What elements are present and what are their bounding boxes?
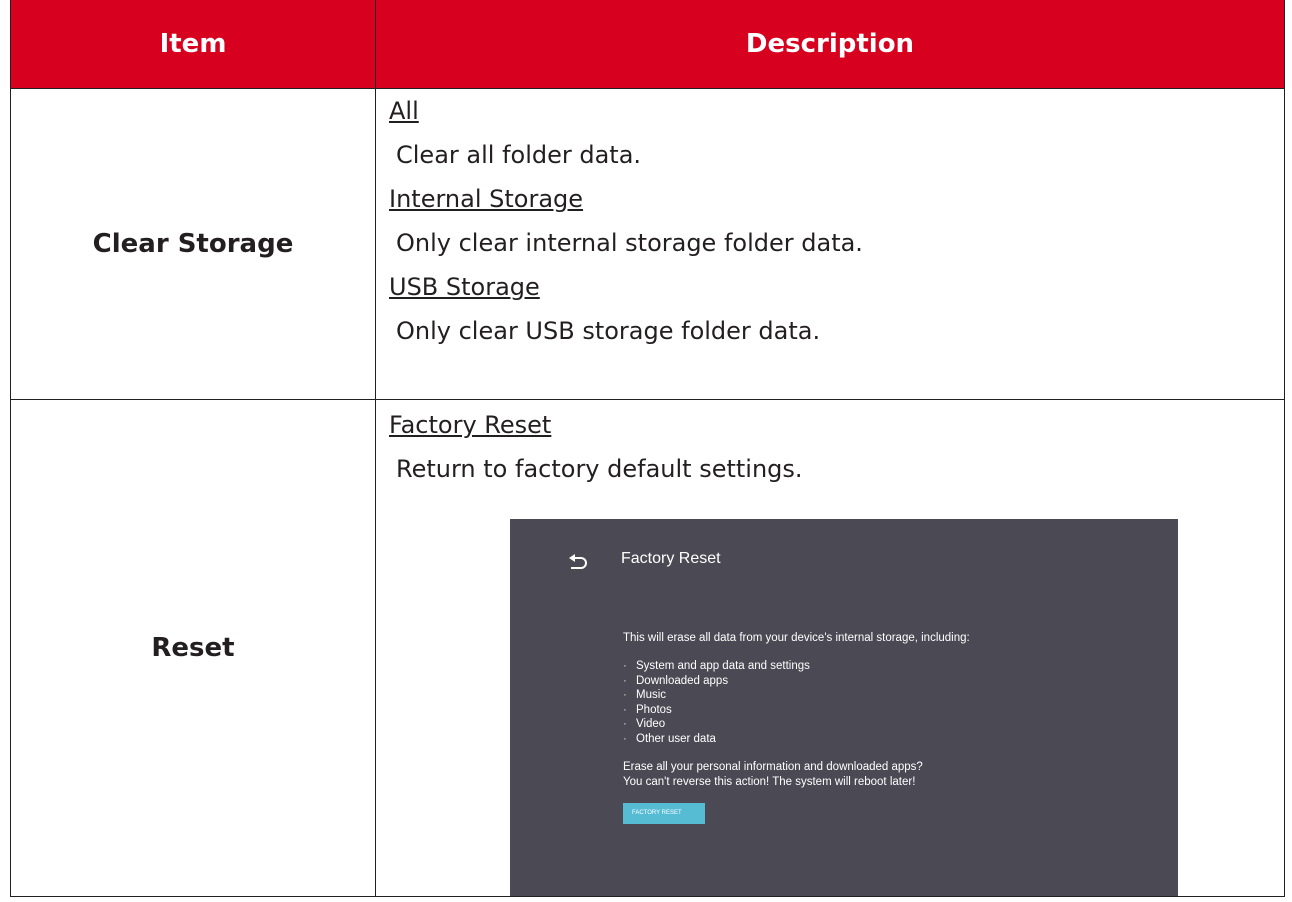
list-item: · Other user data — [623, 732, 716, 745]
item-reset: Reset — [10, 399, 376, 897]
warning-text: Erase all your personal information and … — [623, 761, 923, 773]
factory-reset-screenshot: Factory Reset This will erase all data f… — [510, 519, 1178, 896]
option-text: Return to factory default settings. — [396, 455, 803, 483]
list-item: · System and app data and settings — [623, 660, 810, 672]
factory-reset-button[interactable]: FACTORY RESET — [623, 803, 705, 824]
warning-text: You can't reverse this action! The syste… — [623, 776, 916, 788]
option-title-internal-storage: Internal Storage — [389, 185, 584, 213]
back-arrow-icon[interactable] — [567, 551, 591, 571]
erase-list: · System and app data and settings · Downl… — [623, 659, 810, 746]
option-text: Clear all folder data. — [396, 141, 642, 169]
table-row: Clear Storage All Clear all folder data.… — [10, 88, 1285, 400]
option-text: Only clear internal storage folder data. — [396, 229, 863, 257]
screen-title: Factory Reset — [621, 550, 721, 567]
option-text: Only clear USB storage folder data. — [396, 317, 821, 345]
column-header-description: Description — [375, 0, 1285, 89]
option-title-factory-reset: Factory Reset — [389, 411, 552, 439]
option-title-usb-storage: USB Storage — [389, 273, 540, 301]
item-clear-storage: Clear Storage — [10, 88, 376, 400]
intro-text: This will erase all data from your devic… — [623, 632, 970, 644]
list-item: · Photos — [623, 703, 672, 716]
list-item: · Downloaded apps — [623, 674, 729, 687]
list-item: · Video — [623, 718, 666, 730]
option-title-all: All — [389, 97, 419, 125]
table-header-row: Item Description — [10, 0, 1285, 89]
column-header-item: Item — [10, 0, 376, 89]
description-cell: All Clear all folder data. Internal Stor… — [375, 88, 1285, 400]
list-item: · Music — [623, 689, 667, 701]
